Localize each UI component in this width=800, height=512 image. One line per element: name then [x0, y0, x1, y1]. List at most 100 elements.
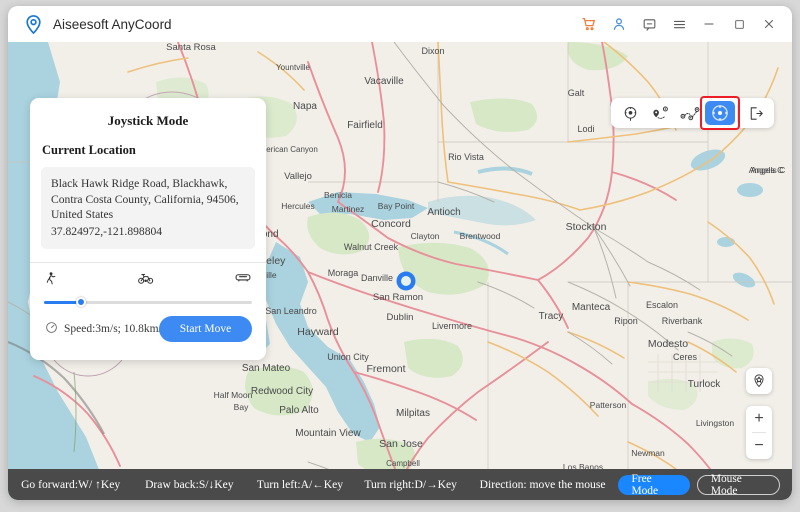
- map-label: Tracy: [539, 311, 564, 322]
- map-label: Riverbank: [662, 316, 703, 326]
- joystick-panel: Joystick Mode Current Location Black Haw…: [30, 98, 266, 360]
- route-mode-button[interactable]: [675, 101, 705, 125]
- mode-toolbar: [611, 96, 774, 130]
- zoom-in-button[interactable]: +: [746, 406, 772, 432]
- map-canvas[interactable]: Santa Rosa Yountville Dixon Elk Grove Vacavi…: [8, 42, 792, 500]
- current-location-marker: [396, 271, 416, 291]
- address-text: Black Hawk Ridge Road, Blackhawk, Contra…: [51, 177, 239, 221]
- map-label: Mountain View: [295, 428, 361, 439]
- map-label: Lodi: [577, 124, 594, 134]
- slider-thumb[interactable]: [76, 297, 87, 307]
- map-label: Bay: [234, 402, 249, 412]
- zoom-out-button[interactable]: −: [746, 433, 772, 459]
- map-label: San Ramon: [373, 292, 423, 303]
- map-label: Stockton: [566, 221, 607, 233]
- map-label: Yountville: [276, 63, 311, 72]
- start-move-button[interactable]: Start Move: [159, 316, 252, 342]
- map-label: Palo Alto: [279, 405, 319, 416]
- map-label: Milpitas: [396, 408, 430, 419]
- map-label: Union City: [327, 352, 369, 362]
- speedometer-icon: [45, 321, 58, 337]
- map-label: Dublin: [387, 312, 414, 323]
- panel-title: Joystick Mode: [107, 113, 189, 128]
- map-label: Patterson: [590, 400, 627, 410]
- app-window: Aiseesoft AnyCoord Santa Rosa Yountville…: [8, 6, 792, 500]
- map-label: Hercules: [281, 201, 315, 211]
- joystick-mode-button[interactable]: [700, 96, 740, 130]
- map-label: San Leandro: [265, 306, 317, 316]
- address-box: Black Hawk Ridge Road, Blackhawk, Contra…: [41, 167, 255, 249]
- map-label: Campbell: [386, 459, 420, 468]
- app-title: Aiseesoft AnyCoord: [53, 16, 172, 32]
- map-label: Elk Grove: [548, 42, 588, 44]
- hint-direction: Direction: move the mouse: [479, 478, 606, 491]
- map-label: Santa Rosa: [166, 42, 216, 53]
- map-label: Antioch: [427, 207, 460, 218]
- map-label: Ceres: [673, 352, 698, 362]
- map-label: Manteca: [572, 302, 611, 313]
- map-label: Modesto: [648, 338, 688, 350]
- map-label: Brentwood: [460, 231, 501, 241]
- menu-icon[interactable]: [664, 10, 694, 38]
- map-label: Vacaville: [364, 76, 404, 87]
- maximize-icon[interactable]: [724, 10, 754, 38]
- exit-button[interactable]: [740, 101, 770, 125]
- map-label: Newman: [631, 448, 665, 458]
- walk-icon[interactable]: [44, 270, 57, 291]
- map-label: Dixon: [421, 46, 444, 56]
- location-pin-icon: [22, 13, 44, 35]
- map-label: Fremont: [366, 363, 405, 375]
- map-label: Moraga: [328, 268, 359, 278]
- user-icon[interactable]: [604, 10, 634, 38]
- hint-draw-back: Draw back:S/↓Key: [145, 478, 234, 491]
- map-label: Martinez: [332, 204, 365, 214]
- map-label: Rio Vista: [448, 152, 484, 162]
- free-mode-button[interactable]: Free Mode: [618, 473, 690, 497]
- map-label: Livingston: [696, 418, 735, 428]
- hint-turn-right: Turn right:D/→Key: [364, 478, 457, 491]
- map-label: Clayton: [411, 231, 440, 241]
- bottom-hint-bar: Go forward:W/ ↑Key Draw back:S/↓Key Turn…: [8, 469, 792, 500]
- one-stop-mode-button[interactable]: [615, 101, 645, 125]
- map-label: Vallejo: [284, 171, 312, 182]
- zoom-controls: + −: [746, 406, 772, 459]
- map-label: Half Moon: [214, 390, 253, 400]
- map-label: Redwood City: [251, 386, 313, 397]
- map-label: Bay Point: [378, 201, 415, 211]
- bike-icon[interactable]: [137, 271, 155, 290]
- map-label: Fairfield: [347, 120, 383, 131]
- hint-turn-left: Turn left:A/←Key: [256, 478, 344, 491]
- minimize-icon[interactable]: [694, 10, 724, 38]
- car-icon[interactable]: [234, 271, 252, 289]
- map-label: Galt: [568, 88, 585, 98]
- close-icon[interactable]: [754, 10, 784, 38]
- title-bar: Aiseesoft AnyCoord: [8, 6, 792, 42]
- map-label: Concord: [371, 218, 411, 230]
- window-controls: [574, 10, 792, 38]
- map-label: Napa: [293, 101, 317, 112]
- map-label: Danville: [361, 273, 393, 283]
- map-label: Walnut Creek: [344, 242, 399, 252]
- map-label: Turlock: [688, 379, 721, 390]
- mouse-mode-button[interactable]: Mouse Mode: [696, 473, 780, 497]
- current-location-label: Current Location: [42, 143, 136, 157]
- feedback-icon[interactable]: [634, 10, 664, 38]
- cart-icon[interactable]: [574, 10, 604, 38]
- map-label: San Mateo: [242, 363, 291, 374]
- map-label: Escalon: [646, 300, 678, 310]
- mode-switch-group: Free Mode Mouse Mode: [618, 473, 792, 497]
- map-label: Livermore: [432, 321, 472, 331]
- map-label: San Jose: [379, 438, 423, 450]
- map-label: Ripon: [614, 316, 638, 326]
- map-label: Angels C: [749, 165, 784, 175]
- hint-go-forward: Go forward:W/ ↑Key: [21, 478, 121, 491]
- map-label: Hayward: [297, 326, 339, 338]
- speed-slider[interactable]: [44, 296, 252, 308]
- speed-mode-icons: [44, 270, 252, 291]
- speed-text: Speed:3m/s; 10.8km/h: [64, 323, 168, 335]
- multi-stop-mode-button[interactable]: [645, 101, 675, 125]
- coordinates-text: 37.824972,-121.898804: [51, 224, 163, 238]
- toolbar-divider: [737, 104, 738, 122]
- map-label: Benicia: [324, 190, 352, 200]
- favorite-pin-icon[interactable]: [746, 368, 772, 394]
